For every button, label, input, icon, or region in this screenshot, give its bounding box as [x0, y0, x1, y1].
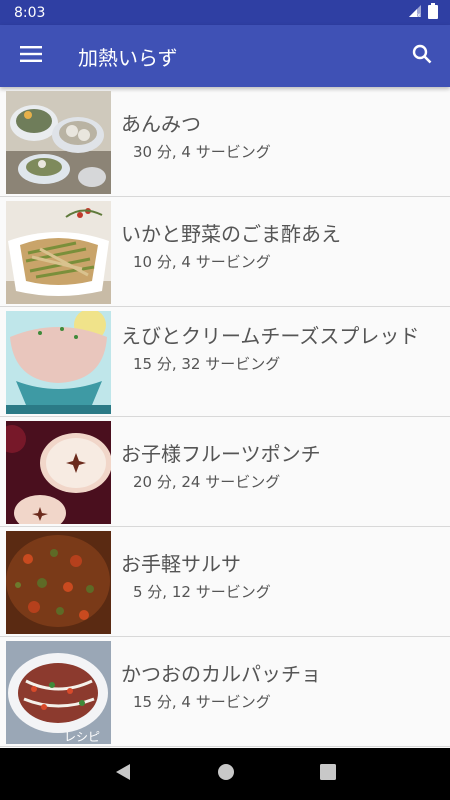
search-button[interactable] — [394, 28, 450, 84]
recipe-row-fruit-punch[interactable]: お子様フルーツポンチ 20 分, 24 サービング — [0, 417, 450, 527]
search-icon — [412, 44, 432, 68]
status-icons: x — [408, 2, 438, 23]
recipe-meta: 10 分, 4 サービング — [133, 253, 271, 271]
status-time: 8:03 — [14, 4, 46, 21]
menu-button[interactable] — [0, 25, 62, 87]
home-icon[interactable] — [217, 763, 235, 785]
recipe-thumbnail — [6, 91, 111, 194]
recipe-thumbnail: レシピ — [6, 641, 111, 744]
recipe-text: かつおのカルパッチョ 15 分, 4 サービング — [121, 659, 442, 713]
recipe-thumbnail — [6, 201, 111, 304]
recipe-text: お手軽サルサ 5 分, 12 サービング — [121, 549, 442, 603]
recipe-thumbnail — [6, 421, 111, 524]
recipe-row-ebi[interactable]: えびとクリームチーズスプレッド 15 分, 32 サービング — [0, 307, 450, 417]
signal-icon: x — [408, 4, 422, 22]
app-bar: 加熱いらず — [0, 25, 450, 87]
battery-icon — [428, 2, 438, 23]
watermark-text: レシピ — [64, 730, 100, 744]
recipe-thumbnail — [6, 311, 111, 414]
recipe-title: お子様フルーツポンチ — [121, 442, 321, 466]
svg-text:x: x — [417, 12, 421, 18]
recipe-text: お子様フルーツポンチ 20 分, 24 サービング — [121, 439, 442, 493]
recipe-meta: 15 分, 32 サービング — [133, 355, 281, 373]
recipe-thumbnail — [6, 531, 111, 634]
recipe-text: あんみつ 30 分, 4 サービング — [121, 109, 442, 163]
menu-icon — [20, 46, 42, 66]
system-navigation-bar — [0, 748, 450, 800]
recipe-meta: 20 分, 24 サービング — [133, 473, 281, 491]
recipe-text: いかと野菜のごま酢あえ 10 分, 4 サービング — [121, 219, 442, 273]
recipe-title: いかと野菜のごま酢あえ — [121, 222, 341, 246]
status-bar: 8:03 x — [0, 0, 450, 25]
recipe-row-katsuo[interactable]: レシピ かつおのカルパッチョ 15 分, 4 サービング — [0, 637, 450, 747]
recipe-meta: 30 分, 4 サービング — [133, 143, 271, 161]
app-title: 加熱いらず — [78, 45, 178, 70]
recipe-title: かつおのカルパッチョ — [121, 662, 321, 686]
back-icon[interactable] — [114, 763, 132, 785]
recipe-meta: 5 分, 12 サービング — [133, 583, 271, 601]
recipe-list: あんみつ 30 分, 4 サービング いかと野菜のごま酢あえ 10 分, 4 サ… — [0, 87, 450, 748]
recents-icon[interactable] — [319, 764, 336, 784]
recipe-meta: 15 分, 4 サービング — [133, 693, 271, 711]
recipe-title: えびとクリームチーズスプレッド — [121, 324, 420, 348]
recipe-row-salsa[interactable]: お手軽サルサ 5 分, 12 サービング — [0, 527, 450, 637]
recipe-row-ika[interactable]: いかと野菜のごま酢あえ 10 分, 4 サービング — [0, 197, 450, 307]
recipe-title: あんみつ — [121, 112, 201, 136]
recipe-row-anmitsu[interactable]: あんみつ 30 分, 4 サービング — [0, 87, 450, 197]
recipe-title: お手軽サルサ — [121, 552, 241, 576]
recipe-text: えびとクリームチーズスプレッド 15 分, 32 サービング — [121, 321, 442, 375]
